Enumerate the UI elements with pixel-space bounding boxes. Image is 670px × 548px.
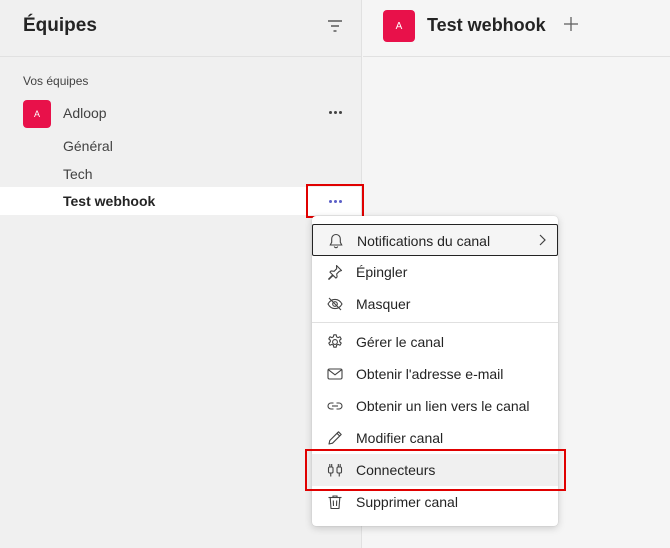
team-row-adloop[interactable]: A Adloop bbox=[0, 96, 361, 130]
chevron-right-icon bbox=[539, 234, 546, 246]
channel-label: Test webhook bbox=[63, 193, 156, 209]
add-tab-icon[interactable] bbox=[562, 15, 580, 33]
pencil-icon bbox=[328, 431, 342, 445]
team-name: Adloop bbox=[63, 105, 107, 121]
menu-item-pin[interactable]: Épingler bbox=[312, 256, 558, 288]
menu-item-get-email[interactable]: Obtenir l'adresse e-mail bbox=[312, 358, 558, 390]
menu-item-label: Modifier canal bbox=[356, 430, 444, 446]
channel-avatar: A bbox=[383, 10, 415, 42]
channel-label: Général bbox=[63, 138, 113, 154]
menu-item-label: Gérer le canal bbox=[356, 334, 444, 350]
menu-item-manage-channel[interactable]: Gérer le canal bbox=[312, 326, 558, 358]
pin-icon bbox=[328, 264, 343, 280]
menu-item-get-link[interactable]: Obtenir un lien vers le canal bbox=[312, 390, 558, 422]
annotation-highlight-connectors bbox=[305, 449, 566, 491]
your-teams-label: Vos équipes bbox=[23, 74, 89, 88]
menu-item-notifications[interactable]: Notifications du canal bbox=[312, 224, 558, 256]
gear-icon bbox=[328, 334, 342, 348]
menu-item-label: Obtenir l'adresse e-mail bbox=[356, 366, 504, 382]
menu-item-label: Masquer bbox=[356, 296, 411, 312]
menu-item-hide[interactable]: Masquer bbox=[312, 288, 558, 320]
annotation-highlight-more-button bbox=[306, 184, 364, 218]
sidebar-header: Équipes bbox=[0, 0, 361, 57]
trash-icon bbox=[328, 495, 342, 510]
sidebar-title: Équipes bbox=[23, 15, 97, 36]
link-icon bbox=[327, 402, 343, 410]
bell-icon bbox=[329, 233, 343, 249]
mail-icon bbox=[327, 368, 343, 380]
menu-divider bbox=[312, 322, 558, 323]
channel-header: A Test webhook bbox=[363, 0, 670, 57]
menu-item-label: Obtenir un lien vers le canal bbox=[356, 398, 530, 414]
menu-item-label: Supprimer canal bbox=[356, 494, 458, 510]
eye-off-icon bbox=[327, 297, 343, 311]
channel-general[interactable]: Général bbox=[0, 132, 361, 160]
more-icon bbox=[328, 110, 342, 114]
team-more-options-button[interactable] bbox=[325, 104, 345, 120]
channel-label: Tech bbox=[63, 166, 93, 182]
menu-item-label: Épingler bbox=[356, 264, 408, 280]
channel-title: Test webhook bbox=[427, 15, 546, 35]
menu-item-label: Notifications du canal bbox=[357, 233, 491, 249]
team-avatar: A bbox=[23, 100, 51, 128]
filter-icon[interactable] bbox=[326, 18, 344, 34]
